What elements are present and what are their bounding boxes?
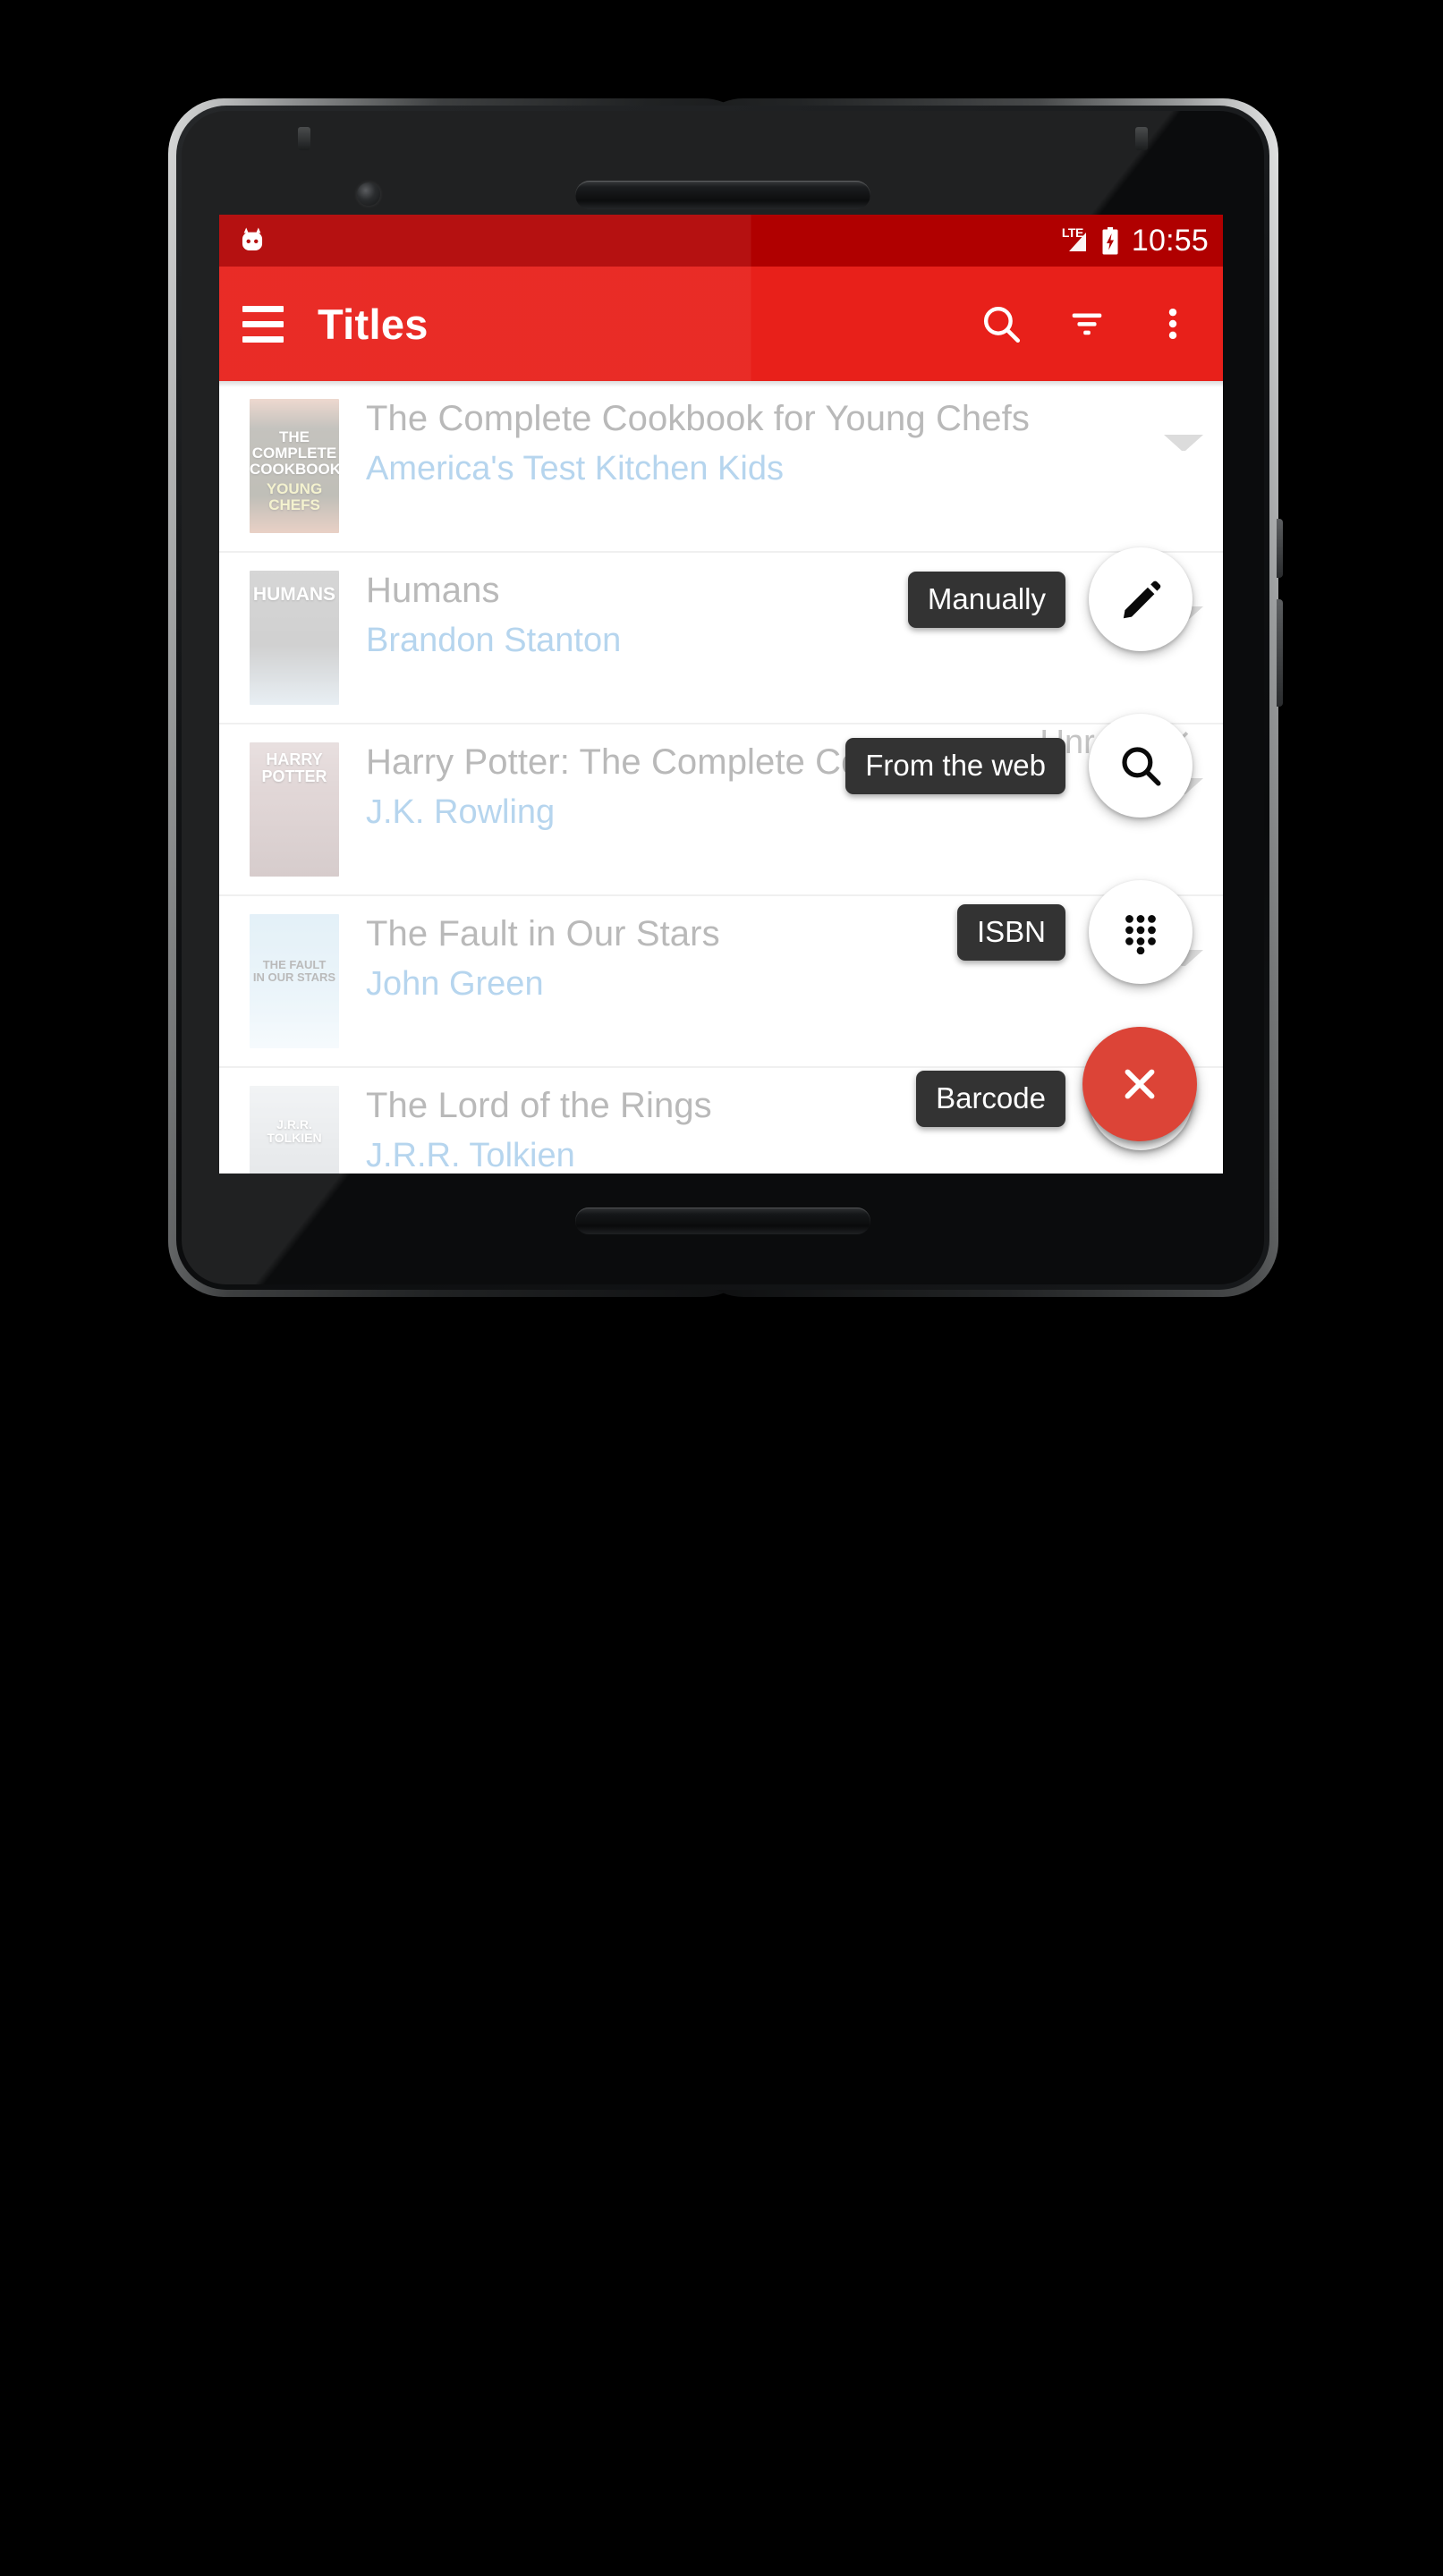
book-author: America's Test Kitchen Kids bbox=[366, 450, 784, 488]
battery-charging-icon bbox=[1100, 226, 1120, 255]
chevron-down-icon[interactable] bbox=[1164, 435, 1203, 451]
cyanogenmod-logo-icon bbox=[237, 225, 267, 256]
power-button[interactable] bbox=[1277, 519, 1283, 578]
bottom-speaker bbox=[575, 1208, 870, 1234]
fab-action-from-the-web[interactable]: From the web bbox=[845, 714, 1193, 818]
fab-action-isbn[interactable]: ISBN bbox=[956, 880, 1193, 984]
search-icon[interactable] bbox=[978, 301, 1024, 347]
earpiece-speaker bbox=[575, 181, 870, 209]
volume-button[interactable] bbox=[1277, 599, 1283, 707]
search-icon[interactable] bbox=[1089, 714, 1193, 818]
front-camera-icon bbox=[357, 182, 380, 206]
fab-label-isbn[interactable]: ISBN bbox=[956, 903, 1065, 961]
clock-time: 10:55 bbox=[1131, 224, 1209, 258]
phone-screen: LTE 10:55 Titles THE COMPLETE COOKBOOK Y… bbox=[219, 215, 1223, 1174]
phone-device: LTE 10:55 Titles THE COMPLETE COOKBOOK Y… bbox=[168, 98, 1283, 1297]
hamburger-menu-icon[interactable] bbox=[242, 305, 284, 343]
book-cover-thumbnail: THE COMPLETE COOKBOOK YOUNG CHEFS bbox=[250, 399, 339, 533]
fab-action-manually[interactable]: Manually bbox=[907, 547, 1193, 651]
bezel-nub-left bbox=[298, 127, 310, 150]
page-title: Titles bbox=[318, 300, 429, 348]
filter-icon[interactable] bbox=[1064, 301, 1110, 347]
book-cover-thumbnail: HUMANS bbox=[250, 571, 339, 705]
book-cover-thumbnail: J.R.R. TOLKIEN bbox=[250, 1086, 339, 1174]
pencil-icon[interactable] bbox=[1089, 547, 1193, 651]
bezel-nub-right bbox=[1135, 127, 1148, 150]
close-fab-button[interactable] bbox=[1082, 1027, 1197, 1141]
signal-lte-icon: LTE bbox=[1062, 226, 1089, 253]
overflow-menu-icon[interactable] bbox=[1150, 301, 1196, 347]
app-toolbar: Titles bbox=[219, 267, 1223, 381]
book-cover-thumbnail: HARRY POTTER bbox=[250, 742, 339, 877]
fab-label-from-the-web[interactable]: From the web bbox=[845, 737, 1065, 794]
fab-label-barcode[interactable]: Barcode bbox=[916, 1070, 1065, 1127]
book-title: The Complete Cookbook for Young Chefs bbox=[366, 399, 1030, 438]
dialpad-icon[interactable] bbox=[1089, 880, 1193, 984]
fab-label-manually[interactable]: Manually bbox=[907, 571, 1065, 628]
table-row[interactable]: THE COMPLETE COOKBOOK YOUNG CHEFS The Comp… bbox=[219, 381, 1223, 553]
book-cover-thumbnail: THE FAULT IN OUR STARS bbox=[250, 914, 339, 1048]
status-bar: LTE 10:55 bbox=[219, 215, 1223, 267]
book-list[interactable]: THE COMPLETE COOKBOOK YOUNG CHEFS The Comp… bbox=[219, 381, 1223, 1174]
close-x-icon bbox=[1125, 1069, 1155, 1099]
